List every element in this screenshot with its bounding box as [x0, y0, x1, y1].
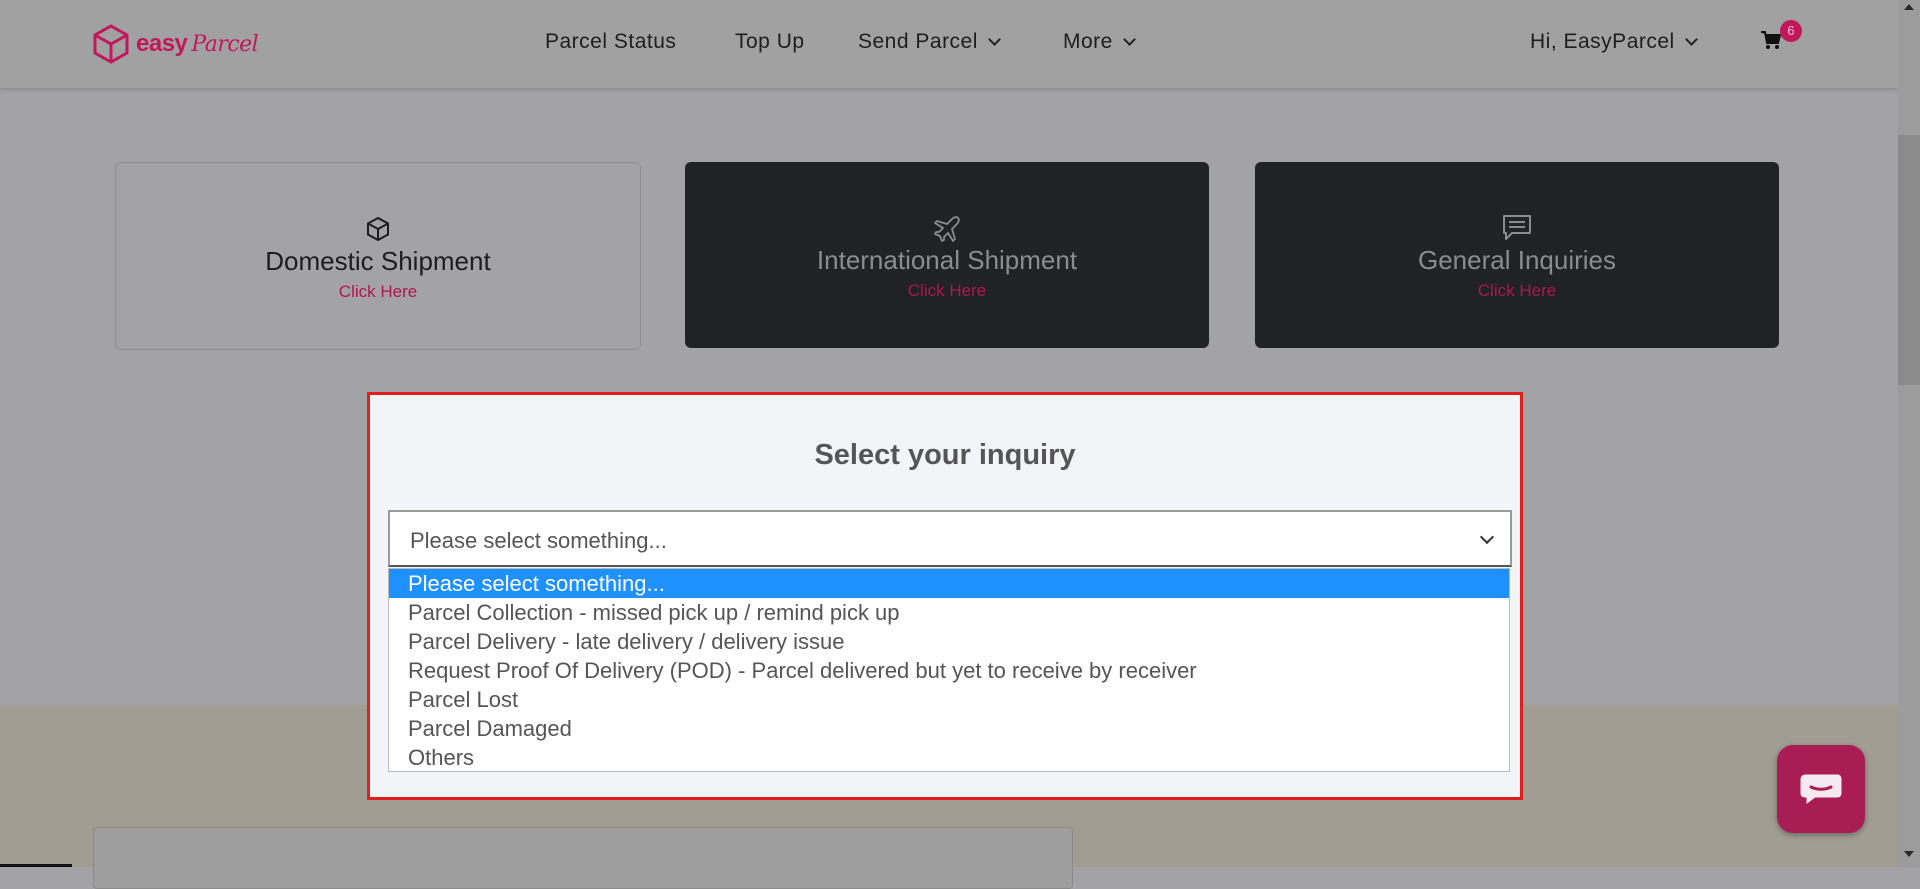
box-logo-icon — [93, 24, 129, 64]
inquiry-options-list: Please select something... Parcel Collec… — [388, 568, 1510, 772]
select-value: Please select something... — [410, 528, 667, 553]
chevron-down-icon — [1122, 32, 1136, 46]
chevron-down-icon — [1684, 32, 1698, 46]
cart-icon — [1761, 31, 1782, 49]
card-title: International Shipment — [816, 245, 1078, 275]
cart-button[interactable] — [1760, 30, 1782, 55]
box-icon — [364, 215, 392, 248]
card-title: General Inquiries — [1418, 245, 1616, 275]
nav-top-up[interactable]: Top Up — [735, 30, 805, 54]
easyparcel-logo[interactable]: easy Parcel — [92, 23, 259, 65]
nav-more[interactable]: More — [1063, 30, 1136, 54]
inquiry-select[interactable]: Please select something... — [388, 510, 1512, 567]
card-title: Domestic Shipment — [265, 246, 491, 276]
option-please-select[interactable]: Please select something... — [389, 569, 1509, 598]
airplane-icon — [932, 214, 962, 249]
message-icon — [1502, 214, 1532, 247]
user-menu[interactable]: Hi, EasyParcel — [1530, 30, 1698, 54]
click-here-link[interactable]: Click Here — [1255, 281, 1779, 301]
scroll-down-arrow-icon[interactable] — [1904, 851, 1914, 857]
chat-button[interactable] — [1777, 745, 1865, 833]
cart-count-badge: 6 — [1780, 20, 1802, 42]
option-parcel-lost[interactable]: Parcel Lost — [389, 685, 1509, 714]
scrollbar-thumb[interactable] — [1898, 135, 1920, 385]
click-here-link[interactable]: Click Here — [116, 282, 640, 302]
top-navbar: easy Parcel Parcel Status Top Up Send Par… — [0, 0, 1898, 88]
bottom-panel — [93, 827, 1073, 889]
option-parcel-damaged[interactable]: Parcel Damaged — [389, 714, 1509, 743]
nav-parcel-status[interactable]: Parcel Status — [545, 30, 676, 54]
logo-text: easy Parcel — [136, 30, 259, 57]
option-others[interactable]: Others — [389, 743, 1509, 772]
option-request-pod[interactable]: Request Proof Of Delivery (POD) - Parcel… — [389, 656, 1509, 685]
inquiry-title: Select your inquiry — [814, 439, 1076, 471]
click-here-link[interactable]: Click Here — [685, 281, 1209, 301]
chat-icon — [1800, 774, 1842, 804]
international-shipment-card[interactable]: International Shipment Click Here — [685, 162, 1209, 348]
page-scrollbar[interactable] — [1898, 0, 1920, 867]
chevron-down-icon — [988, 32, 1001, 46]
option-parcel-delivery[interactable]: Parcel Delivery - late delivery / delive… — [389, 627, 1509, 656]
chevron-down-icon — [1479, 529, 1495, 545]
nav-send-parcel[interactable]: Send Parcel — [858, 30, 1001, 54]
general-inquiries-card[interactable]: General Inquiries Click Here — [1255, 162, 1779, 348]
option-parcel-collection[interactable]: Parcel Collection - missed pick up / rem… — [389, 598, 1509, 627]
scroll-up-arrow-icon[interactable] — [1904, 4, 1914, 10]
domestic-shipment-card[interactable]: Domestic Shipment Click Here — [115, 162, 641, 350]
